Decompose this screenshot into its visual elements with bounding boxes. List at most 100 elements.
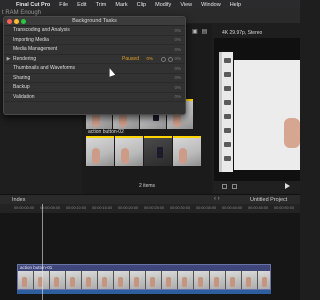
clip-frame — [178, 271, 194, 289]
menu-mark[interactable]: Mark — [115, 2, 127, 8]
hand-image — [102, 277, 107, 287]
hand-image — [121, 148, 129, 164]
clip-label-2: action button-02 — [86, 129, 126, 135]
timeline-clip[interactable]: action button-01 — [17, 264, 271, 290]
task-row-validation[interactable]: Validation 0% — [4, 93, 185, 102]
viewer-frame — [234, 60, 300, 170]
filmstrip-image — [219, 52, 233, 172]
hand-image — [182, 277, 187, 287]
task-row-thumbnails[interactable]: Thumbnails and Waveforms 0% — [4, 64, 185, 74]
ruler-tick: 00:00:45:00 — [248, 206, 269, 210]
viewer-layout-icon[interactable]: ▤ — [202, 28, 208, 35]
clip-frame — [66, 271, 82, 289]
timeline-ruler[interactable]: 00:00:00:00 00:00:05:00 00:00:10:00 00:0… — [0, 204, 300, 213]
ruler-tick: 00:00:25:00 — [144, 206, 165, 210]
ruler-tick: 00:00:00:00 — [14, 206, 35, 210]
viewer-options-icon[interactable]: ▣ — [192, 28, 198, 35]
window-title: Background Tasks — [72, 18, 117, 24]
menu-view[interactable]: View — [180, 2, 192, 8]
task-percent: 0% — [146, 56, 153, 62]
task-percent-right: 0% — [174, 56, 181, 62]
menu-bar: Final Cut Pro File Edit Trim Mark Clip M… — [0, 0, 300, 9]
ruler-tick: 00:00:40:00 — [222, 206, 243, 210]
clip-thumbnail — [115, 136, 143, 166]
viewer-controls — [214, 181, 300, 193]
viewer-toolbar: ▣ ▤ — [192, 28, 207, 35]
clip-filmstrip — [18, 271, 270, 289]
back-forward-icon[interactable]: ‹ › — [214, 196, 220, 202]
background-tasks-window: Background Tasks Transcoding and Analysi… — [3, 16, 186, 115]
cancel-icon[interactable] — [168, 56, 173, 62]
pause-icon[interactable] — [161, 56, 166, 62]
task-row-importing[interactable]: Importing Media 0% — [4, 36, 185, 45]
task-percent: 0% — [174, 65, 181, 71]
viewer[interactable] — [214, 38, 300, 181]
hand-image — [166, 277, 171, 287]
task-name: Importing Media — [13, 36, 49, 43]
play-icon[interactable] — [285, 183, 290, 189]
clip-frame — [98, 271, 114, 289]
ruler-tick: 00:00:10:00 — [66, 206, 87, 210]
task-percent: 0% — [174, 94, 181, 100]
clip-frame — [18, 271, 34, 289]
clip-frame — [242, 271, 258, 289]
clip-frame — [130, 271, 146, 289]
hand-image — [86, 277, 91, 287]
transform-icon[interactable] — [222, 184, 227, 189]
disclosure-triangle-icon[interactable]: ▶ — [4, 56, 13, 62]
sprocket — [224, 128, 231, 133]
clip-thumbnail — [144, 136, 172, 166]
clip-thumbnail — [86, 136, 114, 166]
hand-image — [22, 277, 27, 287]
window-titlebar[interactable]: Background Tasks — [4, 17, 185, 26]
hand-image — [246, 277, 251, 287]
sprocket — [224, 100, 231, 105]
items-count: 2 items — [138, 183, 156, 189]
menu-trim[interactable]: Trim — [96, 2, 107, 8]
sprocket — [224, 156, 231, 161]
clip-thumbnails-row-2[interactable] — [86, 136, 201, 166]
hand-image — [54, 277, 59, 287]
task-percent: 0% — [174, 27, 181, 33]
task-row-media-management[interactable]: Media Management 0% — [4, 45, 185, 55]
clip-frame — [114, 271, 130, 289]
task-row-backup[interactable]: Backup 0% — [4, 83, 185, 93]
hand-image — [118, 277, 123, 287]
task-percent: 0% — [174, 75, 181, 81]
clip-frame — [162, 271, 178, 289]
task-name: Rendering — [13, 55, 37, 62]
task-row-rendering[interactable]: ▶ Rendering Paused 0% 0% — [4, 55, 185, 64]
clip-thumbnail — [173, 136, 201, 166]
menu-help[interactable]: Help — [230, 2, 241, 8]
hand-image — [230, 277, 235, 287]
playhead[interactable] — [42, 204, 43, 300]
hand-image — [262, 277, 267, 287]
clip-frame — [82, 271, 98, 289]
clip-frame — [50, 271, 66, 289]
menu-file[interactable]: File — [59, 2, 68, 8]
menu-clip[interactable]: Clip — [137, 2, 146, 8]
audio-waveform[interactable] — [17, 290, 271, 294]
ruler-tick: 00:00:30:00 — [170, 206, 191, 210]
task-row-sharing[interactable]: Sharing 0% — [4, 74, 185, 83]
menu-modify[interactable]: Modify — [155, 2, 171, 8]
hand-image — [134, 277, 139, 287]
task-percent: 0% — [174, 46, 181, 52]
task-name: Backup — [13, 84, 30, 91]
sprocket — [224, 114, 231, 119]
phone-image — [157, 147, 163, 158]
task-name: Transcoding and Analysis — [13, 27, 70, 34]
index-button[interactable]: Index — [12, 197, 25, 203]
crop-icon[interactable] — [232, 184, 237, 189]
hand-image — [214, 277, 219, 287]
hand-image — [198, 277, 203, 287]
project-name[interactable]: Untitled Project — [250, 197, 287, 203]
task-row-transcoding[interactable]: Transcoding and Analysis 0% — [4, 26, 185, 36]
clip-frame — [146, 271, 162, 289]
menu-window[interactable]: Window — [201, 2, 221, 8]
hand-image — [70, 277, 75, 287]
menu-app-name[interactable]: Final Cut Pro — [16, 2, 50, 8]
ruler-tick: 00:00:20:00 — [118, 206, 139, 210]
hand-image — [150, 277, 155, 287]
menu-edit[interactable]: Edit — [77, 2, 86, 8]
